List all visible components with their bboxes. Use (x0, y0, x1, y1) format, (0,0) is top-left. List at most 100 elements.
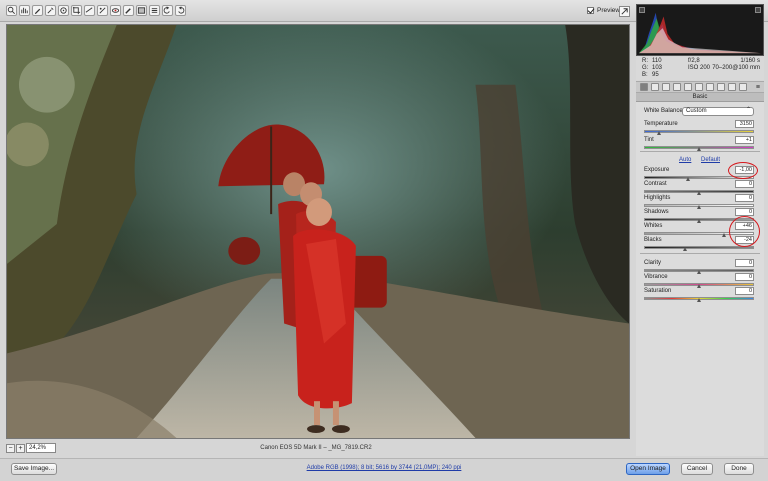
white-balance-value: Custom (686, 108, 707, 114)
temperature-slider-thumb[interactable] (656, 131, 661, 135)
bottom-bar: Save Image... Adobe RGB (1998); 8 bit; 5… (0, 458, 768, 481)
zoom-tool[interactable] (6, 5, 17, 16)
cancel-button[interactable]: Cancel (681, 463, 713, 475)
fullscreen-icon (621, 8, 628, 15)
preferences-icon (151, 8, 158, 13)
auto-button[interactable]: Auto (679, 157, 691, 163)
shadow-clipping-toggle[interactable] (639, 7, 645, 13)
tab-camera-calibration[interactable] (717, 83, 725, 91)
rotate-left-icon (163, 6, 170, 14)
white-balance-tool[interactable] (32, 5, 43, 16)
tab-snapshots[interactable] (739, 83, 747, 91)
straighten-tool[interactable] (84, 5, 95, 16)
tint-label: Tint (644, 137, 654, 143)
default-button[interactable]: Default (701, 157, 720, 163)
b-label: B: (642, 72, 648, 78)
g-value: 103 (652, 65, 663, 71)
divider (640, 151, 760, 152)
tint-input[interactable]: +1 (735, 136, 754, 144)
tab-tone-curve[interactable] (651, 83, 659, 91)
saturation-label: Saturation (644, 288, 672, 294)
contrast-input[interactable]: 0 (735, 180, 754, 188)
hand-tool[interactable] (19, 5, 30, 16)
red-eye-icon (111, 8, 120, 13)
panel-title: Basic (636, 93, 764, 102)
rotate-left-tool[interactable] (162, 5, 173, 16)
shutter-value: 1/160 s (740, 58, 760, 64)
color-sampler-tool[interactable] (45, 5, 56, 16)
blacks-label: Blacks (644, 237, 662, 243)
image-preview[interactable] (6, 24, 630, 439)
spot-removal-tool[interactable] (97, 5, 108, 16)
targeted-adjustment-tool[interactable] (58, 5, 69, 16)
clarity-slider-thumb[interactable] (696, 270, 701, 274)
shadows-label: Shadows (644, 209, 669, 215)
hand-icon (21, 7, 28, 14)
tab-effects[interactable] (706, 83, 714, 91)
white-balance-select[interactable]: Custom (682, 107, 754, 116)
highlights-input[interactable]: 0 (735, 194, 754, 202)
b-value: 95 (652, 72, 659, 78)
panel-menu-icon[interactable]: ≡ (756, 84, 760, 91)
crop-icon (72, 6, 81, 15)
tab-hsl[interactable] (673, 83, 681, 91)
clarity-input[interactable]: 0 (735, 259, 754, 267)
exposure-label: Exposure (644, 167, 670, 173)
exposure-slider-thumb[interactable] (685, 177, 690, 181)
done-button[interactable]: Done (724, 463, 754, 475)
graduated-filter-tool[interactable] (136, 5, 147, 16)
tab-lens-corrections[interactable] (695, 83, 703, 91)
highlight-clipping-toggle[interactable] (755, 7, 761, 13)
fullscreen-button[interactable] (619, 6, 630, 17)
tab-presets[interactable] (728, 83, 736, 91)
graduated-filter-icon (137, 7, 146, 14)
white-balance-icon (34, 8, 41, 15)
highlights-slider-thumb[interactable] (696, 205, 701, 209)
highlights-label: Highlights (644, 195, 671, 201)
targeted-adjustment-icon (60, 7, 67, 14)
preferences-tool[interactable] (149, 5, 160, 16)
photo-monks-on-path (7, 25, 629, 438)
crop-tool[interactable] (71, 5, 82, 16)
adjustment-brush-tool[interactable] (123, 5, 134, 16)
white-balance-label: White Balance: (644, 108, 685, 114)
panel-tabs: ≡ (636, 81, 764, 93)
histogram-graph (638, 12, 762, 54)
r-value: 110 (652, 58, 662, 64)
status-bar: − + 24,2% Canon EOS 5D Mark II – _MG_781… (0, 442, 632, 456)
checkbox-checked-icon (587, 7, 594, 14)
zoom-icon (7, 6, 15, 14)
saturation-input[interactable]: 0 (735, 287, 754, 295)
divider (640, 253, 760, 254)
vibrance-slider-thumb[interactable] (696, 284, 701, 288)
blacks-slider-thumb[interactable] (683, 247, 688, 251)
preview-checkbox[interactable]: Preview (587, 7, 620, 14)
aperture-value: f/2,8 (688, 58, 700, 64)
tab-basic[interactable] (640, 83, 648, 91)
straighten-icon (85, 7, 93, 13)
tint-slider-thumb[interactable] (696, 147, 701, 151)
color-sampler-icon (47, 7, 54, 14)
blacks-slider[interactable] (644, 246, 754, 249)
open-image-button[interactable]: Open Image (626, 463, 670, 475)
r-label: R: (642, 58, 648, 64)
contrast-label: Contrast (644, 181, 667, 187)
preview-label: Preview (597, 7, 621, 14)
tab-detail[interactable] (662, 83, 670, 91)
spot-removal-icon (99, 7, 106, 14)
rotate-right-tool[interactable] (175, 5, 186, 16)
lens-value: 70–200@100 mm (712, 65, 760, 71)
file-name: Canon EOS 5D Mark II – _MG_7819.CR2 (260, 445, 372, 451)
saturation-slider-thumb[interactable] (696, 298, 701, 302)
temperature-input[interactable]: 3150 (735, 120, 754, 128)
vibrance-input[interactable]: 0 (735, 273, 754, 281)
contrast-slider-thumb[interactable] (696, 191, 701, 195)
whites-slider-thumb[interactable] (721, 233, 726, 237)
shadows-input[interactable]: 0 (735, 208, 754, 216)
rotate-right-icon (178, 6, 185, 14)
shadows-slider-thumb[interactable] (696, 219, 701, 223)
tab-split-toning[interactable] (684, 83, 692, 91)
histogram (636, 4, 764, 56)
red-eye-tool[interactable] (110, 5, 121, 16)
iso-value: ISO 200 (688, 65, 711, 71)
